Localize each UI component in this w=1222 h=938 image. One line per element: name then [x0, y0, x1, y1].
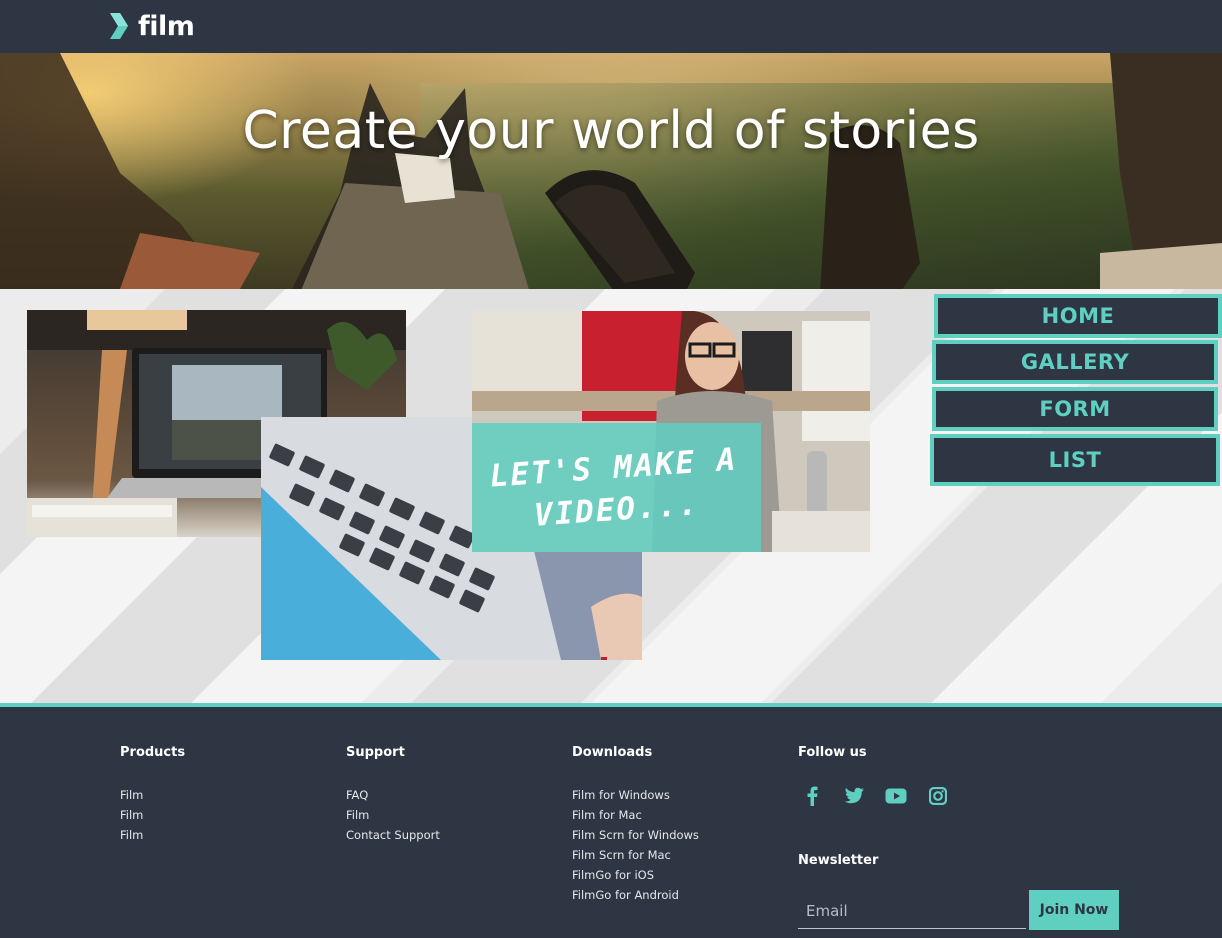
- footer-downloads-link[interactable]: FilmGo for iOS: [572, 865, 699, 885]
- join-now-button[interactable]: Join Now: [1029, 890, 1119, 930]
- footer-products-link[interactable]: Film: [120, 805, 185, 825]
- footer-products-heading: Products: [120, 745, 186, 760]
- nav-form-button[interactable]: FORM: [932, 387, 1218, 431]
- main-content: LET'S MAKE A VIDEO... HOME GALLERY FORM …: [0, 289, 1222, 703]
- footer-follow-heading: Follow us: [798, 745, 867, 760]
- footer-support-link[interactable]: Contact Support: [346, 825, 440, 845]
- gallery-photo-office[interactable]: LET'S MAKE A VIDEO...: [472, 311, 870, 552]
- site-footer: Products Film Film Film Support FAQ Film…: [0, 703, 1222, 938]
- brand-logo[interactable]: film: [108, 10, 195, 42]
- twitter-icon[interactable]: [840, 785, 868, 807]
- footer-follow-column: Follow us: [798, 745, 952, 807]
- footer-downloads-link[interactable]: Film Scrn for Mac: [572, 845, 699, 865]
- footer-support-heading: Support: [346, 745, 405, 760]
- footer-support-column: Support FAQ Film Contact Support: [346, 745, 440, 845]
- top-header: film: [0, 0, 1222, 53]
- footer-support-link[interactable]: Film: [346, 805, 440, 825]
- newsletter-email-input[interactable]: [798, 893, 1026, 929]
- footer-downloads-link[interactable]: FilmGo for Android: [572, 885, 699, 905]
- video-overlay-banner: LET'S MAKE A VIDEO...: [472, 423, 761, 552]
- brand-name: film: [138, 10, 195, 42]
- nav-home-label: HOME: [1041, 304, 1115, 328]
- footer-downloads-column: Downloads Film for Windows Film for Mac …: [572, 745, 699, 905]
- nav-gallery-label: GALLERY: [1020, 350, 1130, 374]
- footer-downloads-heading: Downloads: [572, 745, 653, 760]
- hero-title: Create your world of stories: [242, 101, 980, 161]
- blanket-illustration: [0, 53, 260, 289]
- nav-home-button[interactable]: HOME: [934, 294, 1222, 338]
- footer-downloads-link[interactable]: Film for Windows: [572, 785, 699, 805]
- footer-downloads-link[interactable]: Film Scrn for Windows: [572, 825, 699, 845]
- footer-products-link[interactable]: Film: [120, 785, 185, 805]
- film-logo-icon: [108, 11, 132, 41]
- nav-form-label: FORM: [1039, 397, 1111, 421]
- dog-illustration: [292, 83, 529, 289]
- boot-illustration: [545, 170, 695, 289]
- footer-support-link[interactable]: FAQ: [346, 785, 440, 805]
- hero-banner: Create your world of stories: [0, 53, 1222, 289]
- facebook-icon[interactable]: [798, 785, 826, 807]
- social-links: [798, 785, 952, 807]
- footer-products-column: Products Film Film Film: [120, 745, 185, 845]
- nav-gallery-button[interactable]: GALLERY: [932, 340, 1218, 384]
- nav-list-button[interactable]: LIST: [930, 434, 1220, 486]
- nav-list-label: LIST: [1048, 448, 1102, 472]
- instagram-icon[interactable]: [924, 785, 952, 807]
- youtube-icon[interactable]: [882, 785, 910, 807]
- footer-downloads-link[interactable]: Film for Mac: [572, 805, 699, 825]
- footer-products-link[interactable]: Film: [120, 825, 185, 845]
- leg-illustration: [1100, 53, 1222, 289]
- newsletter-heading: Newsletter: [798, 853, 879, 868]
